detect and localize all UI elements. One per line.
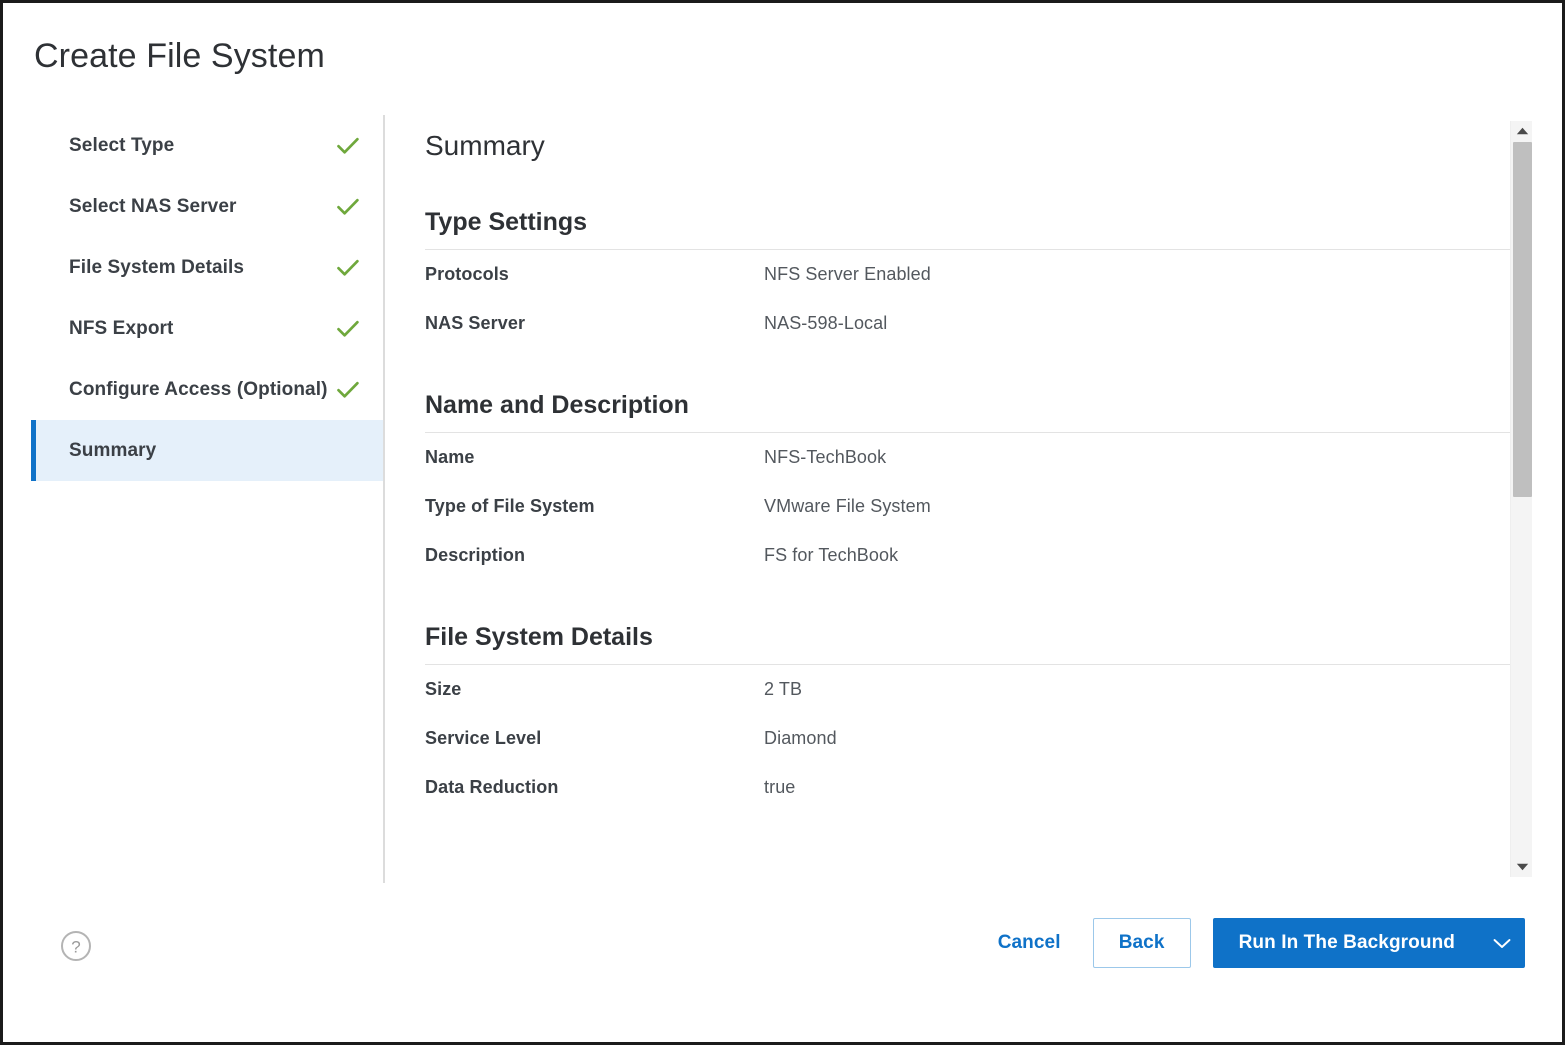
wizard-step-file-system-details[interactable]: File System Details xyxy=(31,237,383,298)
summary-row-key: Service Level xyxy=(425,728,542,748)
cancel-button[interactable]: Cancel xyxy=(988,926,1071,960)
wizard-step-label: Configure Access (Optional) xyxy=(69,378,328,400)
summary-row: Data Reduction true xyxy=(425,763,1518,812)
scrollbar-thumb[interactable] xyxy=(1513,142,1532,497)
summary-row-key: NAS Server xyxy=(425,313,526,333)
wizard-body: Select Type Select NAS Server File System … xyxy=(3,115,1562,883)
summary-row-value: NFS-TechBook xyxy=(764,447,887,467)
screenshot-frame: Create File System Select Type Select NAS… xyxy=(0,0,1565,1045)
summary-row-value: Diamond xyxy=(764,728,837,748)
check-icon xyxy=(337,320,359,337)
summary-section: Type Settings Protocols NFS Server Enabled… xyxy=(385,205,1518,348)
summary-row-key: Data Reduction xyxy=(425,777,559,797)
summary-row: Description FS for TechBook xyxy=(425,531,1518,580)
back-button[interactable]: Back xyxy=(1092,918,1191,968)
scrollbar-down-arrow-icon[interactable] xyxy=(1511,857,1533,877)
summary-row-value: NAS-598-Local xyxy=(764,313,888,333)
footer-actions: Cancel Back Run In The Background xyxy=(988,912,1525,974)
run-in-the-background-label: Run In The Background xyxy=(1238,932,1455,953)
check-icon xyxy=(337,381,359,398)
summary-row: Service Level Diamond xyxy=(425,714,1518,763)
summary-row-key: Type of File System xyxy=(425,496,595,516)
wizard-step-configure-access-optional[interactable]: Configure Access (Optional) xyxy=(31,359,383,420)
wizard-step-label: Select Type xyxy=(69,134,175,156)
wizard-step-label: Summary xyxy=(69,439,157,461)
wizard-step-select-type[interactable]: Select Type xyxy=(31,115,383,176)
summary-row-value: NFS Server Enabled xyxy=(764,264,931,284)
wizard-step-nfs-export[interactable]: NFS Export xyxy=(31,298,383,359)
summary-row: Name NFS-TechBook xyxy=(425,433,1518,482)
summary-heading: Summary xyxy=(425,130,545,161)
check-icon xyxy=(337,137,359,154)
run-in-the-background-button[interactable]: Run In The Background xyxy=(1212,918,1525,968)
wizard-step-label: Select NAS Server xyxy=(69,195,237,217)
summary-row: Type of File System VMware File System xyxy=(425,482,1518,531)
content-scrollbar[interactable] xyxy=(1510,121,1532,877)
summary-row-value: FS for TechBook xyxy=(764,545,899,565)
summary-row: Protocols NFS Server Enabled xyxy=(425,250,1518,299)
summary-row: NAS Server NAS-598-Local xyxy=(425,299,1518,348)
summary-row-key: Protocols xyxy=(425,264,509,284)
summary-section: File System Details Size 2 TB Service Level… xyxy=(385,620,1518,812)
summary-section: Name and Description Name NFS-TechBook Type… xyxy=(385,388,1518,580)
page-title: Create File System xyxy=(34,37,325,75)
summary-section-title: Name and Description xyxy=(425,391,689,419)
scrollbar-up-arrow-icon[interactable] xyxy=(1511,121,1533,141)
wizard-step-select-nas-server[interactable]: Select NAS Server xyxy=(31,176,383,237)
summary-panel: Summary Type Settings Protocols NFS Server… xyxy=(385,115,1562,883)
wizard-step-summary[interactable]: Summary xyxy=(31,420,383,481)
summary-row-value: true xyxy=(764,777,796,797)
summary-section-title: File System Details xyxy=(425,623,653,651)
wizard-step-list: Select Type Select NAS Server File System … xyxy=(31,115,385,883)
summary-sections: Type Settings Protocols NFS Server Enabled… xyxy=(385,205,1518,812)
check-icon xyxy=(337,198,359,215)
wizard-step-label: NFS Export xyxy=(69,317,174,339)
chevron-down-icon[interactable] xyxy=(1479,918,1525,968)
summary-row-key: Size xyxy=(425,679,462,699)
summary-row: Size 2 TB xyxy=(425,665,1518,714)
summary-row-value: VMware File System xyxy=(764,496,931,516)
summary-row-key: Name xyxy=(425,447,475,467)
summary-row-value: 2 TB xyxy=(764,679,803,699)
help-circle-icon[interactable]: ? xyxy=(60,930,92,962)
check-icon xyxy=(337,259,359,276)
svg-text:?: ? xyxy=(71,938,80,957)
summary-row-key: Description xyxy=(425,545,526,565)
summary-section-title: Type Settings xyxy=(425,208,588,236)
wizard-step-label: File System Details xyxy=(69,256,245,278)
dialog-footer: ? Cancel Back Run In The Background xyxy=(3,912,1562,1002)
summary-scroll-region: Summary Type Settings Protocols NFS Server… xyxy=(385,115,1518,883)
